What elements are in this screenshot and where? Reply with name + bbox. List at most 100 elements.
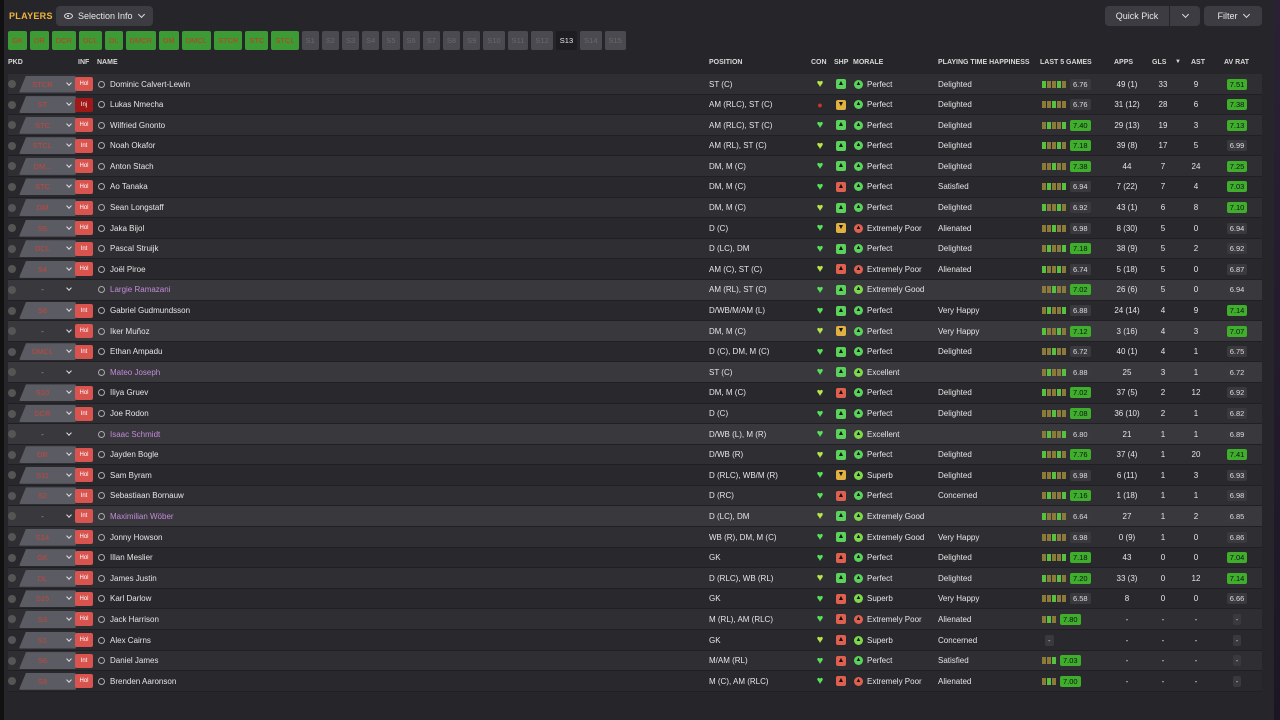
table-row[interactable]: S3 Hol Jack Harrison M (RL), AM (RLC) ♥ ▲ ▲ Ext… — [8, 609, 1262, 631]
table-row[interactable]: - Isaac Schmidt D/WB (L), M (R) ♥ ▲ ▲ Excellen… — [8, 424, 1262, 445]
table-row[interactable]: - Largie Ramazani AM (RL), ST (C) ♥ ▲ ▲ Extrem… — [8, 279, 1262, 301]
col-apps[interactable]: APPS — [1114, 59, 1133, 66]
picked-position-dropdown[interactable]: S3 — [19, 609, 77, 629]
player-name-cell[interactable]: Pascal Struijk — [98, 239, 348, 259]
table-row[interactable]: S2 Int Sebastiaan Bornauw D (RC) ♥ ▲ ▲ Perfect C… — [8, 485, 1262, 507]
picked-position-dropdown[interactable]: STCR — [19, 74, 77, 94]
picked-position-box[interactable]: S3 — [19, 610, 76, 628]
picked-position-box[interactable]: GK — [19, 549, 76, 567]
info-badge[interactable]: Hol — [75, 674, 93, 689]
select-checkbox[interactable] — [8, 259, 18, 279]
table-row[interactable]: STC Hol Ao Tanaka DM, M (C) ♥ ▲ ▲ Perfect Satisf… — [8, 176, 1262, 198]
position-chip[interactable]: DMCR — [125, 31, 157, 50]
table-row[interactable]: S5 Hol Jaka Bijol D (C) ♥ ▼ ▲ Extremely Poor Ali… — [8, 218, 1262, 239]
picked-position-box[interactable]: - — [19, 281, 76, 298]
select-checkbox[interactable] — [8, 362, 18, 382]
select-checkbox[interactable] — [8, 342, 18, 362]
player-name[interactable]: Alex Cairns — [110, 636, 151, 645]
table-row[interactable]: S6 Int Daniel James M/AM (RL) ♥ ▲ ▲ Perfect Sati… — [8, 650, 1262, 672]
position-chip[interactable]: STCL — [271, 31, 299, 50]
select-checkbox[interactable] — [8, 671, 18, 691]
picked-position-box[interactable]: DM — [19, 199, 76, 217]
position-chip[interactable]: S11 — [507, 31, 529, 50]
col-ast[interactable]: AST — [1191, 59, 1205, 66]
picked-position-box[interactable]: - — [19, 323, 76, 340]
table-row[interactable]: S8 Int Gabriel Gudmundsson D/WB/M/AM (L) ♥ ▲ ▲… — [8, 300, 1262, 322]
info-badge[interactable]: Int — [75, 488, 93, 503]
position-chip[interactable]: STCR — [213, 31, 243, 50]
table-row[interactable]: S9 Hol Brenden Aaronson M (C), AM (RLC) ♥ ▲ ▲ E… — [8, 671, 1262, 692]
player-name-cell[interactable]: Iker Muñoz — [98, 321, 348, 341]
picked-position-box[interactable]: S8 — [19, 302, 76, 320]
player-name-cell[interactable]: Anton Stach — [98, 156, 348, 176]
picked-position-dropdown[interactable]: GK — [19, 548, 77, 568]
position-chip[interactable]: S5 — [382, 31, 400, 50]
col-position[interactable]: POSITION — [709, 59, 742, 66]
position-chip[interactable]: DR — [29, 31, 49, 50]
position-chip[interactable]: S2 — [321, 31, 339, 50]
select-checkbox[interactable] — [8, 486, 18, 506]
picked-position-dropdown[interactable]: S4 — [19, 259, 77, 279]
col-con[interactable]: CON — [811, 59, 827, 66]
picked-position-dropdown[interactable]: - — [19, 424, 77, 444]
table-row[interactable]: S1 Hol Alex Cairns GK ♥ ▲ ▲ Superb Concerned - - - -… — [8, 630, 1262, 651]
position-chip[interactable]: DCL — [78, 31, 102, 50]
position-chip[interactable]: S9 — [463, 31, 481, 50]
player-name-cell[interactable]: Alex Cairns — [98, 630, 348, 650]
info-badge[interactable]: Hol — [75, 118, 93, 133]
info-badge[interactable]: Inj — [75, 97, 93, 112]
player-name[interactable]: Pascal Struijk — [110, 244, 158, 253]
table-row[interactable]: S10 Hol Iliya Gruev DM, M (C) ♥ ▲ ▲ Perfect Deli… — [8, 382, 1262, 404]
table-row[interactable]: S4 Hol Joël Piroe AM (C), ST (C) ♥ ▲ ▲ Extremel… — [8, 259, 1262, 280]
select-checkbox[interactable] — [8, 506, 18, 526]
col-gls[interactable]: GLS — [1152, 59, 1166, 66]
player-name-cell[interactable]: Daniel James — [98, 651, 348, 671]
quick-pick-button[interactable]: Quick Pick — [1105, 6, 1169, 26]
player-name[interactable]: Dominic Calvert-Lewin — [110, 80, 190, 89]
player-name-cell[interactable]: Jayden Bogle — [98, 445, 348, 465]
picked-position-dropdown[interactable]: S9 — [19, 671, 77, 691]
position-chip[interactable]: DL — [104, 31, 123, 50]
table-row[interactable]: ST Inj Lukas Nmecha AM (RLC), ST (C) ● ▼ ▲ Perf… — [8, 94, 1262, 116]
filter-button[interactable]: Filter — [1204, 6, 1262, 26]
select-checkbox[interactable] — [8, 301, 18, 321]
picked-position-dropdown[interactable]: DCR — [19, 404, 77, 424]
player-name[interactable]: Karl Darlow — [110, 594, 151, 603]
picked-position-dropdown[interactable]: - — [19, 280, 77, 300]
player-name[interactable]: Sean Longstaff — [110, 203, 164, 212]
select-checkbox[interactable] — [8, 651, 18, 671]
table-row[interactable]: S14 Hol Jonny Howson WB (R), DM, M (C) ♥ ▲ ▲ Ex… — [8, 527, 1262, 548]
select-checkbox[interactable] — [8, 280, 18, 300]
player-name[interactable]: Iliya Gruev — [110, 388, 148, 397]
picked-position-box[interactable]: S6 — [19, 652, 76, 670]
picked-position-dropdown[interactable]: S8 — [19, 301, 77, 321]
select-checkbox[interactable] — [8, 239, 18, 259]
picked-position-dropdown[interactable]: - — [19, 362, 77, 382]
position-chip[interactable]: S14 — [580, 31, 602, 50]
info-badge[interactable]: Hol — [75, 550, 93, 565]
info-badge[interactable]: Hol — [75, 385, 93, 400]
position-chip[interactable]: S3 — [341, 31, 360, 50]
info-badge[interactable]: Hol — [75, 324, 93, 339]
player-name-cell[interactable]: Mateo Joseph — [98, 362, 348, 382]
select-checkbox[interactable] — [8, 115, 18, 135]
player-name-cell[interactable]: Largie Ramazani — [98, 280, 348, 300]
picked-position-dropdown[interactable]: - — [19, 321, 77, 341]
info-badge[interactable]: Hol — [75, 530, 93, 545]
select-checkbox[interactable] — [8, 404, 18, 424]
select-checkbox[interactable] — [8, 95, 18, 115]
player-name-cell[interactable]: James Justin — [98, 568, 348, 588]
col-shp[interactable]: SHP — [834, 59, 848, 66]
player-name[interactable]: Wilfried Gnonto — [110, 121, 165, 130]
info-badge[interactable]: Hol — [75, 200, 93, 215]
position-chip[interactable]: S4 — [362, 31, 380, 50]
select-checkbox[interactable] — [8, 156, 18, 176]
picked-position-dropdown[interactable]: DMCL — [19, 342, 77, 362]
info-badge[interactable]: Hol — [75, 633, 93, 648]
player-name-cell[interactable]: Ethan Ampadu — [98, 342, 348, 362]
player-name[interactable]: Ethan Ampadu — [110, 347, 162, 356]
select-checkbox[interactable] — [8, 218, 18, 238]
select-checkbox[interactable] — [8, 465, 18, 485]
player-name[interactable]: James Justin — [110, 574, 157, 583]
position-chip[interactable]: S12 — [531, 31, 553, 50]
